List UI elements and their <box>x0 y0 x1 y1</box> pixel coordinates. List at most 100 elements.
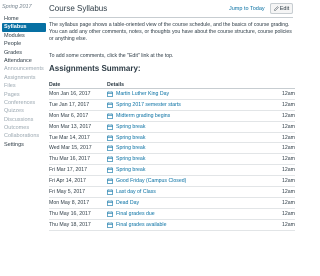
event-date: Mon May 8, 2017 <box>49 199 90 206</box>
event-link[interactable]: Final grades due <box>116 211 155 217</box>
event-details: Midterm grading begins <box>107 113 275 119</box>
calendar-icon <box>107 102 113 108</box>
table-row: Thu Mar 16, 2017 Spring break 12am <box>49 154 295 166</box>
event-link[interactable]: Martin Luther King Day <box>116 91 169 97</box>
table-row: Tue Mar 14, 2017 Spring break 12am <box>49 133 295 144</box>
event-date: Thu Mar 16, 2017 <box>49 156 90 163</box>
sidebar-item-discussions[interactable]: Discussions <box>2 116 46 124</box>
edit-button-label: Edit <box>279 5 290 12</box>
table-row: Mon Mar 13, 2017 Spring break 12am <box>49 122 295 133</box>
event-date: Mon Mar 13, 2017 <box>49 123 92 130</box>
calendar-icon <box>107 134 113 141</box>
event-date: Tue Jan 17, 2017 <box>49 101 90 108</box>
sidebar-item-files[interactable]: Files <box>2 82 46 90</box>
calendar-icon <box>107 91 113 97</box>
table-row: Wed Mar 15, 2017 Spring break 12am <box>49 143 295 155</box>
table-row: Mon Jan 16, 2017 Martin Luther King Day 12… <box>49 89 295 100</box>
sidebar-item-collaborations[interactable]: Collaborations <box>2 132 46 140</box>
event-link[interactable]: Midterm grading begins <box>116 113 170 119</box>
table-row: Thu May 16, 2017 Final grades due 12am <box>49 209 295 220</box>
table-row: Mon May 8, 2017 Dead Day 12am <box>49 198 295 209</box>
table-row: Fri May 5, 2017 Last day of Class 12am <box>49 187 295 198</box>
event-time: 12am <box>282 145 295 152</box>
sidebar-item-assignments[interactable]: Assignments <box>2 74 46 82</box>
event-date: Fri May 5, 2017 <box>49 188 86 195</box>
event-time: 12am <box>282 178 295 185</box>
event-link[interactable]: Last day of Class <box>116 189 156 195</box>
calendar-icon <box>107 178 113 184</box>
sidebar-item-outcomes[interactable]: Outcomes <box>2 124 46 132</box>
event-details: Final grades available <box>107 222 275 228</box>
event-details: Spring break <box>107 135 275 141</box>
event-date: Tue Mar 14, 2017 <box>49 134 90 141</box>
event-link[interactable]: Good Friday (Campus Closed) <box>116 178 186 184</box>
event-details: Martin Luther King Day <box>107 91 275 97</box>
event-details: Spring break <box>107 124 275 130</box>
assignments-summary-title: Assignments Summary: <box>49 64 141 73</box>
edit-button[interactable]: Edit <box>270 3 293 14</box>
calendar-icon <box>107 211 113 217</box>
event-time: 12am <box>282 134 295 141</box>
table-row: Thu May 18, 2017 Final grades available 12… <box>49 220 295 231</box>
event-link[interactable]: Spring break <box>116 145 145 151</box>
calendar-icon <box>107 113 113 119</box>
event-details: Final grades due <box>107 211 275 217</box>
event-link[interactable]: Dead Day <box>116 200 139 206</box>
event-date: Wed Mar 15, 2017 <box>49 145 92 152</box>
main-content: Course Syllabus Jump to Today Edit The s… <box>48 0 300 276</box>
pencil-icon <box>273 6 279 11</box>
edit-hint: To add some comments, click the "Edit" l… <box>49 53 174 59</box>
syllabus-description: The syllabus page shows a table-oriented… <box>49 22 292 42</box>
event-time: 12am <box>282 90 295 97</box>
table-row: Mon Mar 6, 2017 Midterm grading begins 12a… <box>49 111 295 122</box>
table-body: Mon Jan 16, 2017 Martin Luther King Day 12… <box>49 89 295 231</box>
event-date: Thu May 18, 2017 <box>49 221 91 228</box>
event-time: 12am <box>282 123 295 130</box>
event-link[interactable]: Spring break <box>116 135 145 141</box>
page-title: Course Syllabus <box>49 4 108 13</box>
table-row: Fri Mar 17, 2017 Spring break 12am <box>49 165 295 177</box>
jump-to-today-link[interactable]: Jump to Today <box>229 6 265 12</box>
calendar-icon <box>107 123 113 130</box>
table-row: Fri Apr 14, 2017 Good Friday (Campus Clos… <box>49 176 295 188</box>
event-date: Mon Mar 6, 2017 <box>49 112 89 119</box>
calendar-icon <box>107 200 113 206</box>
event-time: 12am <box>282 221 295 228</box>
calendar-icon <box>107 156 113 163</box>
sidebar-item-quizzes[interactable]: Quizzes <box>2 107 46 115</box>
course-nav-list: Home Syllabus Modules People Grades Attendanc… <box>2 15 46 149</box>
event-date: Fri Mar 17, 2017 <box>49 167 88 174</box>
event-link[interactable]: Spring break <box>116 167 145 173</box>
course-navigation: Spring 2017 Home Syllabus Modules People Gra… <box>0 0 46 276</box>
sidebar-item-attendance[interactable]: Attendance <box>2 57 46 65</box>
event-date: Thu May 16, 2017 <box>49 210 91 217</box>
event-details: Spring break <box>107 167 275 173</box>
event-details: Good Friday (Campus Closed) <box>107 178 275 184</box>
sidebar-item-conferences[interactable]: Conferences <box>2 99 46 107</box>
event-date: Fri Apr 14, 2017 <box>49 178 86 185</box>
sidebar-item-settings[interactable]: Settings <box>2 141 46 149</box>
event-link[interactable]: Spring break <box>116 124 145 130</box>
sidebar-item-grades[interactable]: Grades <box>2 49 46 57</box>
event-details: Spring 2017 semester starts <box>107 102 275 108</box>
sidebar-item-syllabus[interactable]: Syllabus <box>2 23 46 32</box>
assignments-summary-table: Date Details Mon Jan 16, 2017 Martin Luth… <box>49 81 295 231</box>
event-date: Mon Jan 16, 2017 <box>49 90 91 97</box>
event-time: 12am <box>282 210 295 217</box>
event-time: 12am <box>282 167 295 174</box>
sidebar-item-pages[interactable]: Pages <box>2 91 46 99</box>
calendar-icon <box>107 189 113 195</box>
event-link[interactable]: Spring 2017 semester starts <box>116 102 181 108</box>
sidebar-item-home[interactable]: Home <box>2 15 46 23</box>
details-column-header: Details <box>107 81 125 88</box>
calendar-icon <box>107 221 113 228</box>
event-link[interactable]: Spring break <box>116 156 145 162</box>
event-link[interactable]: Final grades available <box>116 222 166 228</box>
event-time: 12am <box>282 101 295 108</box>
event-time: 12am <box>282 112 295 119</box>
date-column-header: Date <box>49 81 61 88</box>
sidebar-item-modules[interactable]: Modules <box>2 32 46 40</box>
sidebar-item-people[interactable]: People <box>2 40 46 48</box>
sidebar-item-announcements[interactable]: Announcements <box>2 65 46 73</box>
event-time: 12am <box>282 188 295 195</box>
